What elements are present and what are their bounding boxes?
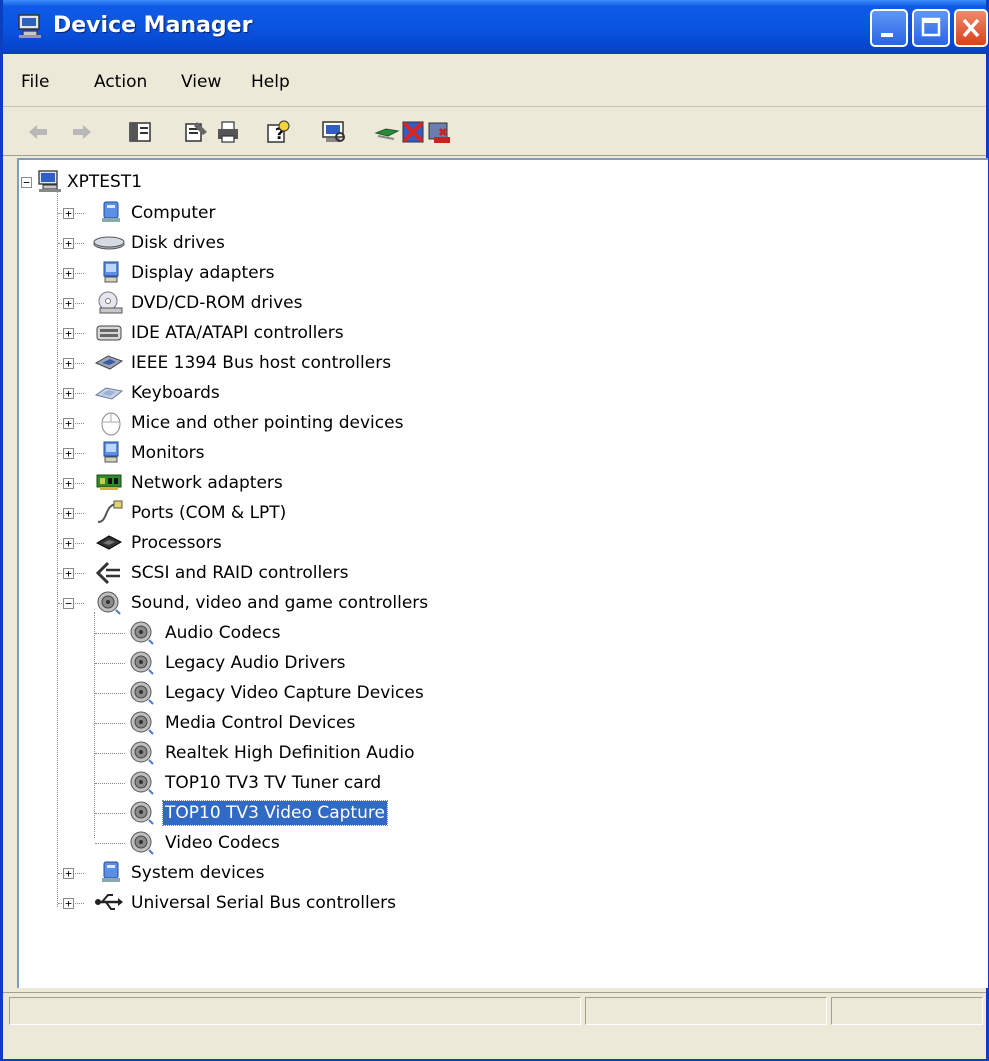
keyboard-icon	[94, 380, 124, 404]
processor-icon	[94, 530, 124, 554]
tree-item-label: Audio Codecs	[165, 623, 281, 643]
tree-item-label: Sound, video and game controllers	[131, 593, 429, 613]
expand-toggle[interactable]: +	[63, 328, 74, 339]
tree-item-label: Legacy Audio Drivers	[165, 653, 346, 673]
expand-toggle[interactable]: +	[63, 868, 74, 879]
device-manager-icon	[17, 13, 43, 39]
expand-toggle[interactable]: +	[63, 568, 74, 579]
monitor-icon	[98, 440, 124, 464]
speaker-icon	[129, 710, 155, 736]
toolbar: ?	[3, 107, 986, 156]
tree-item-label: Network adapters	[131, 473, 283, 493]
expand-toggle[interactable]: +	[63, 538, 74, 549]
tree-item-label: System devices	[131, 863, 265, 883]
expand-toggle[interactable]: +	[63, 358, 74, 369]
minimize-button[interactable]	[870, 9, 908, 47]
port-cable-icon	[94, 500, 124, 526]
speaker-icon	[129, 650, 155, 676]
menu-action[interactable]: Action	[94, 72, 147, 92]
status-bar	[3, 992, 986, 1059]
scsi-controller-icon	[94, 560, 124, 586]
expand-toggle[interactable]: +	[63, 898, 74, 909]
tree-item-label: Keyboards	[131, 383, 220, 403]
back-arrow-icon[interactable]	[25, 119, 51, 145]
speaker-icon	[129, 830, 155, 856]
uninstall-device-icon[interactable]	[426, 119, 452, 145]
tree-item-label: Display adapters	[131, 263, 275, 283]
status-pane-3	[831, 997, 983, 1025]
window-title: Device Manager	[53, 13, 253, 38]
expand-toggle[interactable]: +	[63, 208, 74, 219]
device-manager-window: Device Manager File Action View Help ? −…	[0, 0, 989, 1061]
tree-root-label: XPTEST1	[67, 172, 143, 192]
tree-connector	[57, 186, 59, 907]
close-button[interactable]	[954, 9, 988, 47]
ieee-1394-icon	[94, 350, 124, 374]
menu-bar: File Action View Help	[3, 54, 986, 107]
properties-icon[interactable]	[183, 119, 209, 145]
scan-hardware-changes-icon[interactable]	[320, 119, 346, 145]
tree-item-label-selected: TOP10 TV3 Video Capture	[162, 800, 388, 826]
title-bar[interactable]: Device Manager	[3, 0, 988, 54]
tree-item-label: Media Control Devices	[165, 713, 356, 733]
status-pane-2	[585, 997, 827, 1025]
tree-item-label: Universal Serial Bus controllers	[131, 893, 397, 913]
expand-toggle[interactable]: +	[63, 388, 74, 399]
menu-help[interactable]: Help	[251, 72, 290, 92]
collapse-toggle[interactable]: −	[21, 177, 32, 188]
maximize-button[interactable]	[912, 9, 950, 47]
tree-item-label: SCSI and RAID controllers	[131, 563, 349, 583]
print-icon[interactable]	[215, 119, 241, 145]
expand-toggle[interactable]: +	[63, 478, 74, 489]
tree-item-label: TOP10 TV3 TV Tuner card	[165, 773, 382, 793]
speaker-icon	[129, 770, 155, 796]
disk-drive-icon	[92, 230, 126, 254]
display-adapter-icon	[98, 260, 124, 284]
tree-item-label: Processors	[131, 533, 222, 553]
tree-item-label: Realtek High Definition Audio	[165, 743, 415, 763]
speaker-icon	[129, 620, 155, 646]
speaker-icon	[129, 740, 155, 766]
expand-toggle[interactable]: +	[63, 268, 74, 279]
speaker-icon	[129, 800, 155, 826]
expand-toggle[interactable]: +	[63, 298, 74, 309]
tree-item-label: IDE ATA/ATAPI controllers	[131, 323, 344, 343]
tree-item-label: Computer	[131, 203, 216, 223]
tree-item-label: Monitors	[131, 443, 205, 463]
speaker-icon	[96, 590, 122, 616]
status-pane-main	[9, 997, 581, 1025]
forward-arrow-icon[interactable]	[69, 119, 95, 145]
tree-item-label: DVD/CD-ROM drives	[131, 293, 303, 313]
expand-toggle[interactable]: +	[63, 508, 74, 519]
disable-device-icon[interactable]	[400, 119, 426, 145]
tree-item-label: Video Codecs	[165, 833, 280, 853]
menu-file[interactable]: File	[21, 72, 49, 92]
tree-connector	[94, 612, 96, 838]
collapse-toggle[interactable]: −	[63, 598, 74, 609]
tree-item-label: Legacy Video Capture Devices	[165, 683, 424, 703]
speaker-icon	[129, 680, 155, 706]
update-driver-icon[interactable]	[374, 119, 400, 145]
device-tree[interactable]: − XPTEST1 + Computer + Disk drives + Dis…	[17, 158, 988, 988]
mouse-icon	[98, 410, 124, 436]
ide-controller-icon	[94, 320, 124, 344]
usb-icon	[94, 890, 124, 914]
tree-item-label: IEEE 1394 Bus host controllers	[131, 353, 392, 373]
expand-toggle[interactable]: +	[63, 418, 74, 429]
menu-view[interactable]: View	[181, 72, 221, 92]
expand-toggle[interactable]: +	[63, 448, 74, 459]
system-device-icon	[98, 860, 124, 884]
network-adapter-icon	[94, 470, 124, 494]
computer-icon	[98, 200, 124, 224]
show-hide-console-tree-icon[interactable]	[127, 119, 153, 145]
tree-item-label: Mice and other pointing devices	[131, 413, 404, 433]
tree-item-label: Ports (COM & LPT)	[131, 503, 287, 523]
expand-toggle[interactable]: +	[63, 238, 74, 249]
tree-item-label: Disk drives	[131, 233, 225, 253]
dvd-drive-icon	[96, 290, 124, 314]
help-icon[interactable]: ?	[265, 119, 291, 145]
computer-workstation-icon	[37, 170, 63, 194]
